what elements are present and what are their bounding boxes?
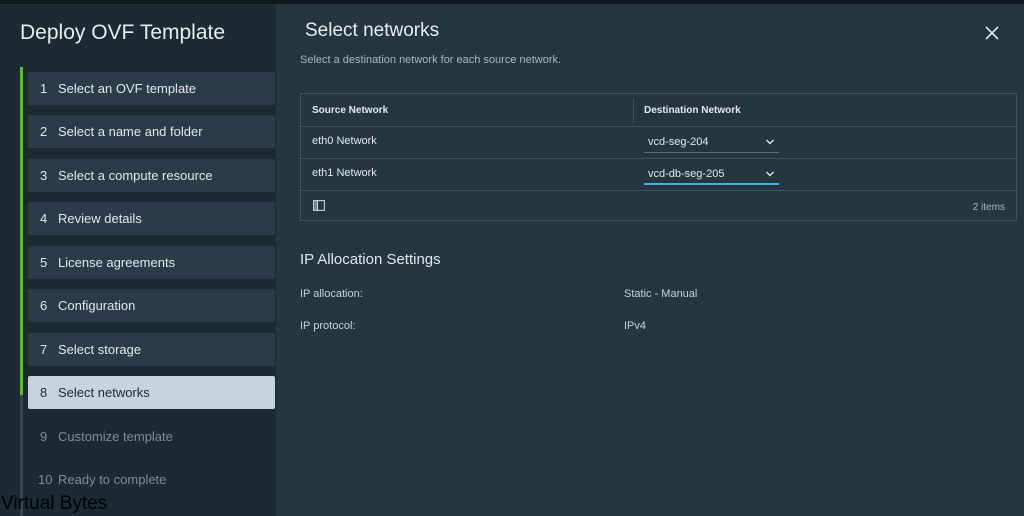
step-select-compute-resource[interactable]: 3 Select a compute resource: [28, 159, 275, 192]
networks-datagrid: Source Network Destination Network eth0 …: [300, 93, 1017, 221]
watermark-text: Virtual Bytes: [1, 493, 108, 514]
close-button[interactable]: [982, 23, 1002, 43]
step-label: Customize template: [58, 429, 173, 444]
selected-value: vcd-db-seg-205: [648, 168, 725, 180]
step-number: 1: [40, 81, 48, 96]
datagrid-footer: 2 items: [301, 190, 1016, 222]
step-label: Ready to complete: [58, 472, 167, 487]
step-label: Select an OVF template: [58, 81, 197, 96]
step-label: Select a compute resource: [58, 168, 213, 183]
ip-allocation-label: IP allocation:: [300, 288, 363, 300]
column-header-destination-network[interactable]: Destination Network: [644, 105, 741, 116]
main-panel: Select networks Select a destination net…: [276, 4, 1024, 516]
chevron-down-icon: [766, 171, 774, 177]
ip-allocation-heading: IP Allocation Settings: [300, 251, 441, 268]
page-title: Select networks: [305, 20, 440, 41]
column-header-source-network[interactable]: Source Network: [312, 105, 388, 116]
step-number: 8: [40, 385, 48, 400]
step-select-name-folder[interactable]: 2 Select a name and folder: [28, 115, 275, 148]
step-select-ovf-template[interactable]: 1 Select an OVF template: [28, 72, 275, 105]
table-row: eth0 Network vcd-seg-204: [301, 127, 1016, 159]
wizard-sidebar: Deploy OVF Template 1 Select an OVF temp…: [0, 4, 276, 516]
column-toggle-icon[interactable]: [313, 200, 325, 211]
step-customize-template: 9 Customize template: [28, 420, 275, 453]
source-network-cell: eth1 Network: [312, 167, 377, 179]
source-network-cell: eth0 Network: [312, 135, 377, 147]
step-select-networks[interactable]: 8 Select networks: [28, 376, 275, 409]
app-window: Deploy OVF Template 1 Select an OVF temp…: [0, 0, 1024, 516]
chevron-down-icon: [766, 139, 774, 145]
step-number: 6: [40, 298, 48, 313]
ip-allocation-value: Static - Manual: [624, 288, 698, 300]
step-number: 2: [40, 124, 48, 139]
close-icon: [985, 26, 999, 40]
step-license-agreements[interactable]: 5 License agreements: [28, 246, 275, 279]
datagrid-header: Source Network Destination Network: [301, 94, 1016, 127]
step-label: Select storage: [58, 342, 142, 357]
step-label: Select networks: [58, 385, 150, 400]
step-number: 10: [38, 472, 53, 487]
page-subtitle: Select a destination network for each so…: [300, 54, 562, 66]
step-number: 3: [40, 168, 48, 183]
step-number: 7: [40, 342, 48, 357]
step-label: Configuration: [58, 298, 136, 313]
step-ready-to-complete: 10 Ready to complete: [28, 463, 275, 496]
step-number: 5: [40, 255, 48, 270]
column-divider[interactable]: [633, 98, 634, 123]
step-select-storage[interactable]: 7 Select storage: [28, 333, 275, 366]
destination-network-select[interactable]: vcd-seg-204: [644, 133, 779, 153]
step-number: 4: [40, 211, 48, 226]
step-number: 9: [40, 429, 48, 444]
step-configuration[interactable]: 6 Configuration: [28, 289, 275, 322]
step-label: Select a name and folder: [58, 124, 203, 139]
steps-progress-rail: [20, 67, 23, 395]
table-row: eth1 Network vcd-db-seg-205: [301, 159, 1016, 191]
wizard-title: Deploy OVF Template: [20, 21, 226, 44]
step-label: License agreements: [58, 255, 176, 270]
ip-protocol-value: IPv4: [624, 320, 647, 332]
item-count: 2 items: [972, 202, 1005, 213]
ip-protocol-label: IP protocol:: [300, 320, 356, 332]
destination-network-select[interactable]: vcd-db-seg-205: [644, 165, 779, 185]
step-review-details[interactable]: 4 Review details: [28, 202, 275, 235]
selected-value: vcd-seg-204: [648, 136, 709, 148]
step-label: Review details: [58, 211, 142, 226]
